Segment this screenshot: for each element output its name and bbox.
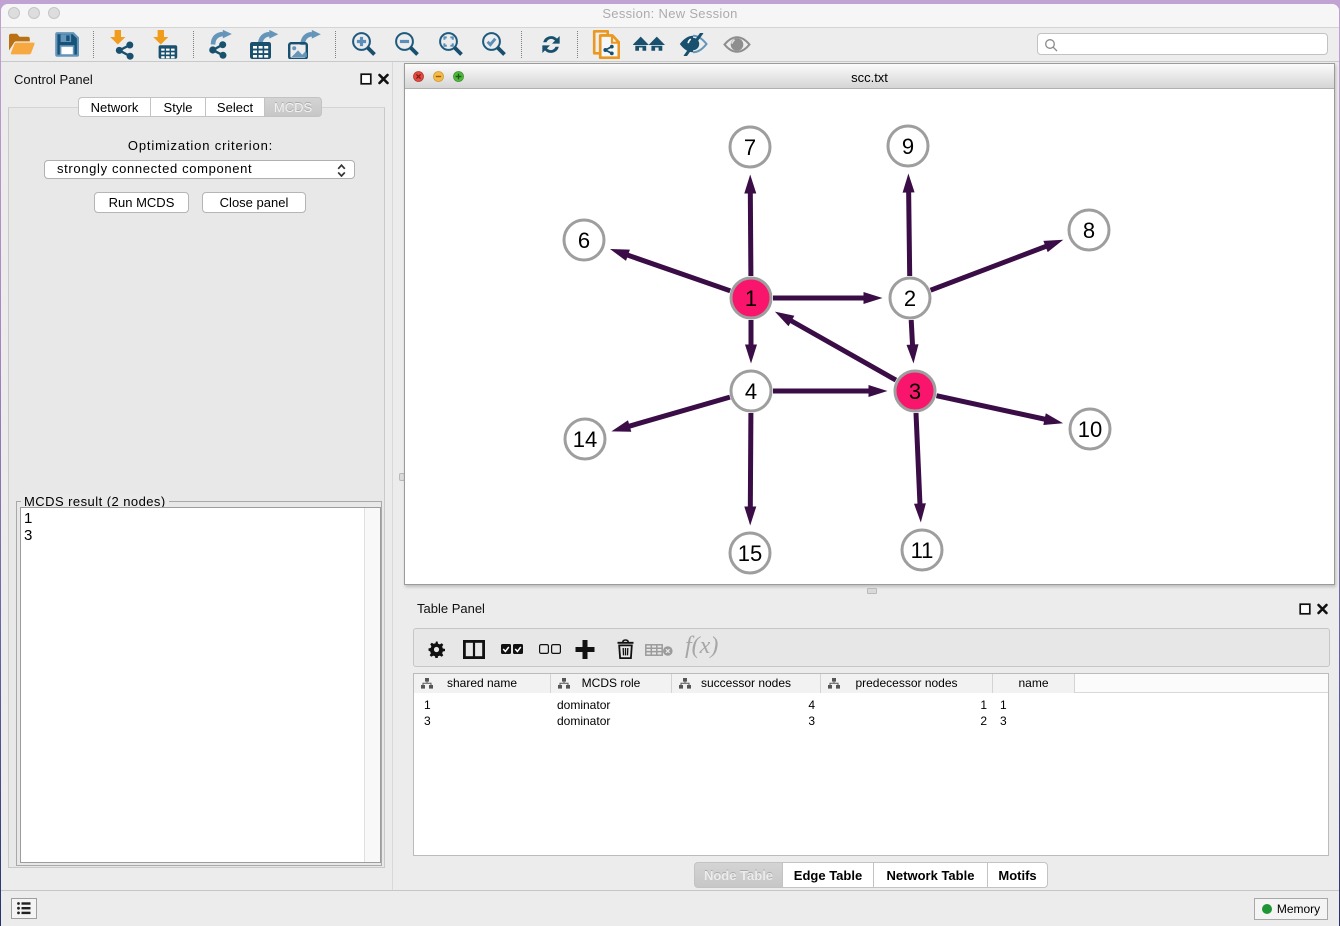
svg-text:9: 9 xyxy=(902,134,914,159)
svg-text:7: 7 xyxy=(744,135,756,160)
svg-text:2: 2 xyxy=(904,286,916,311)
svg-text:1: 1 xyxy=(745,286,757,311)
svg-text:3: 3 xyxy=(909,379,921,404)
svg-text:4: 4 xyxy=(745,379,757,404)
svg-text:11: 11 xyxy=(911,538,934,563)
svg-text:10: 10 xyxy=(1078,417,1102,442)
svg-text:8: 8 xyxy=(1083,218,1095,243)
svg-text:6: 6 xyxy=(578,228,590,253)
svg-text:15: 15 xyxy=(738,541,762,566)
svg-text:14: 14 xyxy=(573,427,597,452)
